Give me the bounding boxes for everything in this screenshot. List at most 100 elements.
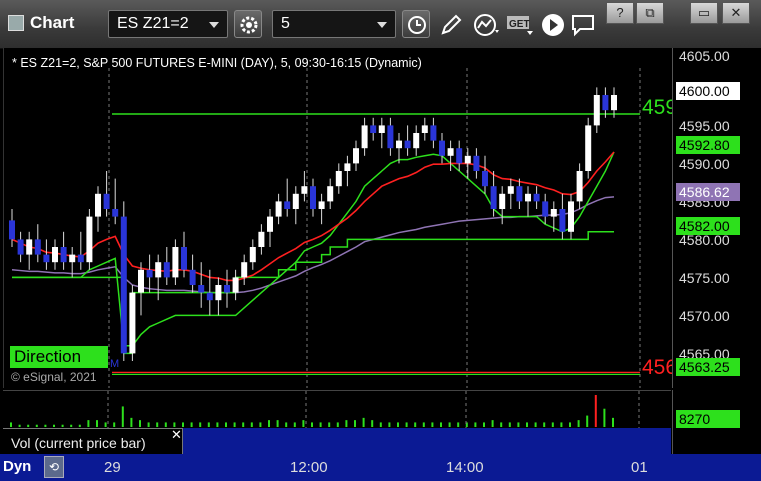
time-tick: 14:00 [446, 459, 484, 476]
volume-bar [250, 422, 253, 427]
candle-body [473, 155, 480, 171]
volume-bar [491, 420, 494, 427]
candle-body [525, 193, 531, 202]
volume-bar [302, 420, 305, 427]
volume-bar [190, 422, 193, 427]
study-icon[interactable] [472, 12, 502, 38]
volume-plot [10, 391, 640, 428]
candle-body [611, 95, 617, 111]
volume-bar [259, 422, 262, 427]
candle-body [249, 247, 256, 263]
candle-body [507, 186, 514, 194]
volume-bar [354, 420, 356, 427]
candle-body [482, 171, 488, 187]
volume-bar [388, 422, 391, 427]
volume-bar [233, 422, 236, 427]
candle-body [387, 125, 394, 149]
volume-bar [543, 422, 546, 427]
candle-body [103, 193, 110, 209]
volume-bar [268, 420, 270, 427]
candle-body [499, 193, 506, 209]
time-axis[interactable]: 29 12:00 14:00 01 [0, 454, 761, 481]
maximize-button[interactable]: ▭ [690, 2, 718, 24]
candle-body [267, 216, 273, 232]
volume-bar [216, 422, 219, 427]
volume-bar [483, 422, 485, 427]
candle-body [559, 209, 566, 232]
candle-body [447, 148, 454, 156]
candle-body [275, 201, 282, 217]
time-tick: 29 [104, 459, 121, 476]
help-button[interactable]: ? [606, 2, 634, 24]
close-button[interactable]: ✕ [722, 2, 750, 24]
candle-body [138, 269, 144, 293]
candle-body [335, 171, 342, 187]
chevron-down-icon[interactable] [377, 22, 387, 28]
candle-body [95, 193, 101, 217]
interval-value: 5 [281, 15, 290, 32]
candle-body [206, 292, 213, 301]
volume-bar [328, 422, 331, 427]
candle-body [9, 220, 15, 240]
chart-header: * ES Z21=2, S&P 500 FUTURES E-MINI (DAY)… [12, 56, 422, 70]
volume-bar [551, 422, 554, 427]
candle-body [181, 247, 187, 270]
price-plot[interactable] [4, 48, 672, 388]
chevron-down-icon[interactable] [209, 22, 219, 28]
volume-study-label[interactable]: Vol (current price bar) [3, 428, 183, 455]
time-scale-icon[interactable]: ⟲ [44, 456, 64, 478]
dynamic-button[interactable]: Dyn [3, 456, 41, 478]
volume-bar [569, 422, 571, 427]
volume-bar [474, 422, 477, 427]
candle-body [344, 163, 351, 171]
copyright: © eSignal, 2021 [11, 370, 97, 384]
volume-bar [448, 422, 451, 427]
candle-body [292, 193, 299, 209]
volume-bar [345, 420, 348, 427]
candle-body [310, 186, 316, 209]
volume-bar [61, 424, 64, 427]
symbol-value: ES Z21=2 [117, 15, 189, 32]
volume-bar [560, 422, 563, 427]
volume-bar [121, 406, 124, 427]
price-tick: 4590.00 [679, 156, 730, 172]
chat-icon[interactable] [570, 12, 596, 38]
candle-body [120, 216, 127, 354]
toolbar: Chart ES Z21=2 5 GET ? ⧉ ▭ ✕ [0, 0, 761, 49]
volume-bar [397, 422, 399, 427]
interval-combo[interactable]: 5 [272, 10, 396, 38]
window-icon [8, 15, 24, 31]
candle-body [370, 125, 377, 133]
volume-bar [362, 417, 365, 427]
candle-body [129, 292, 136, 354]
volume-bar [156, 422, 159, 427]
volume-bar [414, 422, 417, 427]
candle-body [86, 216, 93, 263]
candle-body [576, 171, 583, 202]
volume-bar [164, 422, 167, 427]
volume-bar [18, 424, 21, 427]
volume-bar [526, 422, 528, 427]
restore-button[interactable]: ⧉ [636, 2, 664, 24]
volume-bar [319, 422, 322, 427]
close-icon[interactable]: ✕ [171, 427, 182, 443]
candle-body [602, 95, 609, 111]
candle-body [224, 285, 230, 293]
candle-body [593, 95, 600, 126]
volume-bar [87, 420, 90, 427]
clock-icon[interactable] [402, 10, 430, 38]
pencil-icon[interactable] [438, 12, 464, 38]
price-chart-pane[interactable]: * ES Z21=2, S&P 500 FUTURES E-MINI (DAY)… [3, 48, 677, 388]
volume-bar [379, 422, 382, 427]
price-tick: 4570.00 [679, 308, 730, 324]
play-icon[interactable] [540, 12, 566, 38]
volume-bar [78, 424, 81, 427]
volume-bar [242, 422, 245, 427]
gear-icon[interactable] [234, 10, 262, 38]
get-icon[interactable]: GET [506, 13, 534, 37]
price-axis[interactable]: 4605.00 4595.00 4590.00 4585.00 4580.00 … [672, 48, 761, 388]
candle-body [327, 186, 334, 202]
volume-bar [113, 422, 116, 427]
symbol-combo[interactable]: ES Z21=2 [108, 10, 228, 38]
volume-bar [182, 422, 184, 427]
